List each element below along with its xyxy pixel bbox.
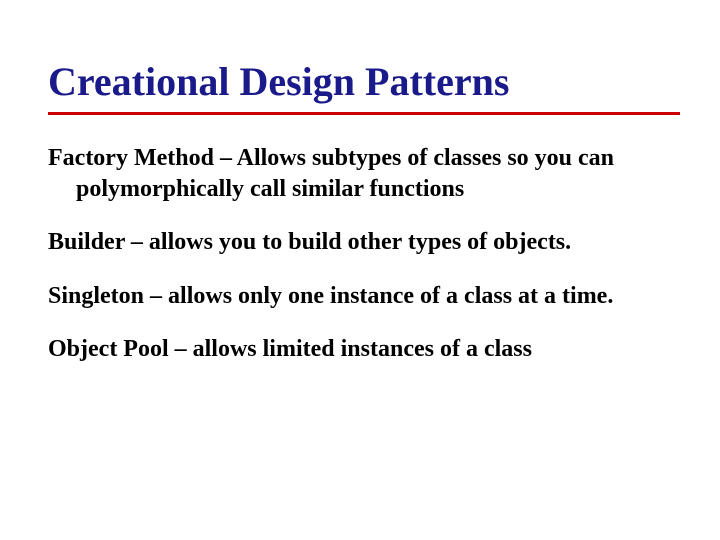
list-item: Object Pool – allows limited instances o…: [48, 334, 680, 365]
list-item: Singleton – allows only one instance of …: [48, 281, 680, 312]
slide-container: Creational Design Patterns Factory Metho…: [0, 0, 720, 540]
slide-title: Creational Design Patterns: [48, 60, 680, 104]
list-item: Builder – allows you to build other type…: [48, 227, 680, 258]
title-underline: [48, 112, 680, 115]
list-item: Factory Method – Allows subtypes of clas…: [48, 143, 680, 205]
body-text: Factory Method – Allows subtypes of clas…: [48, 143, 680, 365]
